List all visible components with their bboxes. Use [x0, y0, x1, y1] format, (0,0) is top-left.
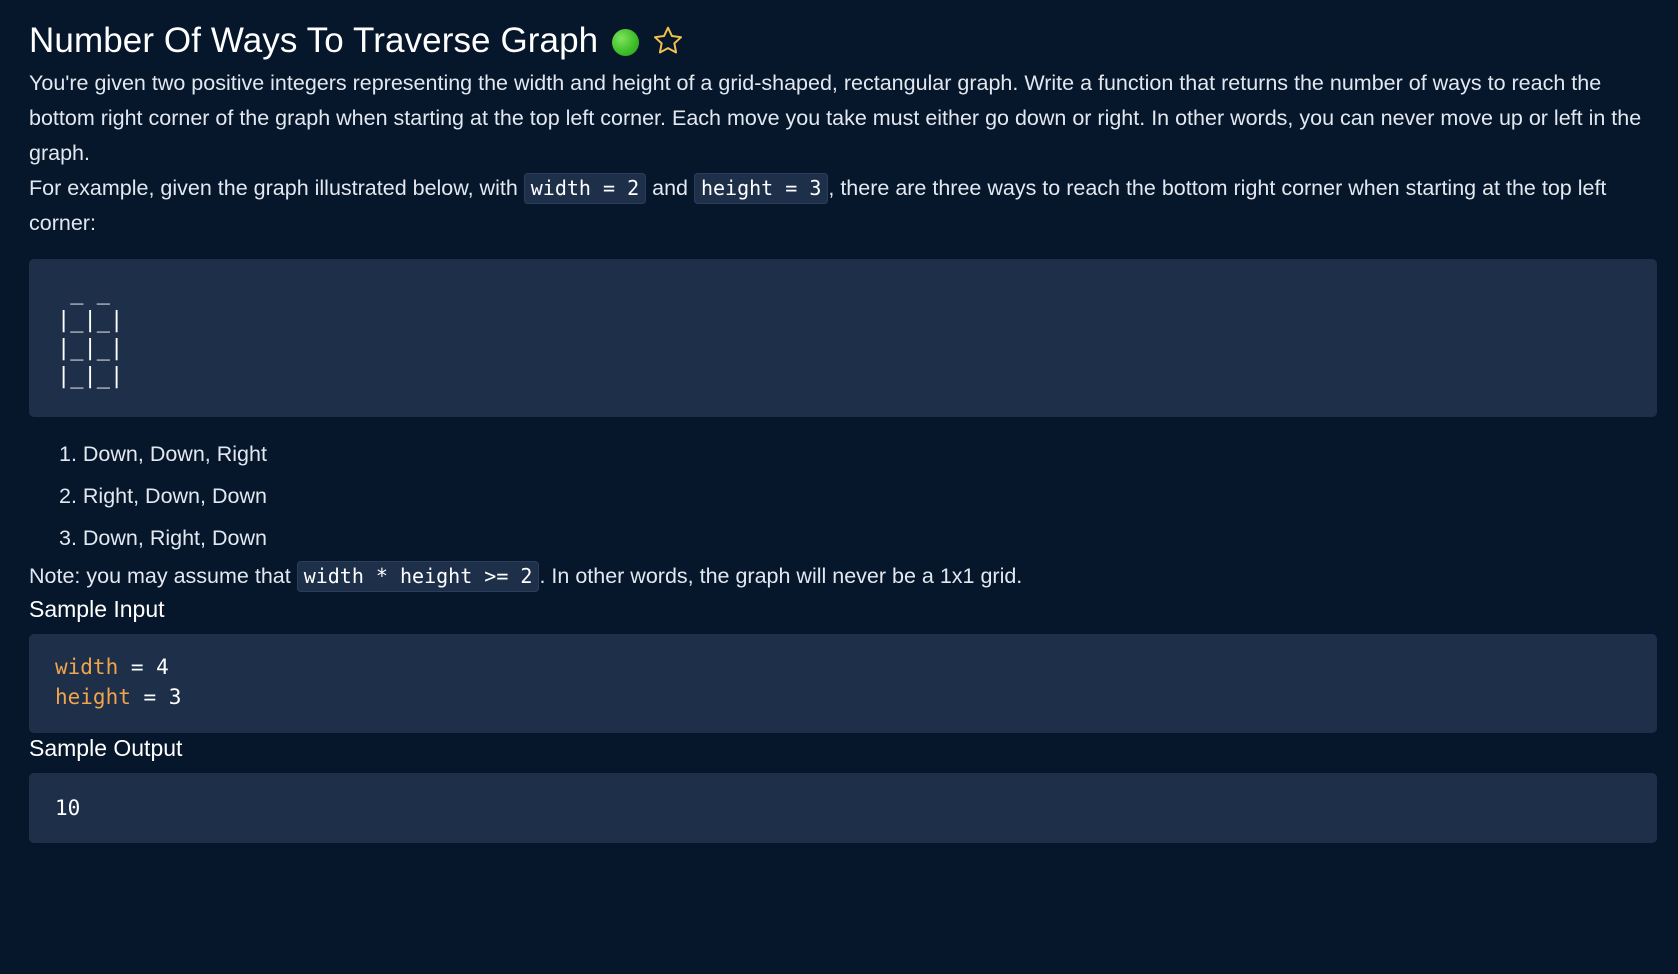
list-item: 2. Right, Down, Down — [59, 484, 267, 508]
star-outline-icon[interactable] — [651, 24, 685, 58]
description-paragraph: You're given two positive integers repre… — [29, 71, 1642, 165]
way-text: Down, Down, Right — [82, 442, 267, 466]
note-text-end: . In other words, the graph will never b… — [539, 564, 1023, 588]
problem-title: Number Of Ways To Traverse Graph — [29, 21, 599, 60]
input-operator: = — [118, 655, 157, 679]
note-text-start: Note: you may assume that — [29, 564, 297, 588]
note-paragraph: Note: you may assume that width * height… — [29, 559, 1657, 594]
example-text-between: and — [646, 176, 694, 200]
problem-content: Number Of Ways To Traverse Graph You're … — [29, 16, 1657, 843]
inline-code-width: width = 2 — [523, 173, 647, 204]
example-paragraph: For example, given the graph illustrated… — [29, 171, 1657, 241]
sample-input-heading: Sample Input — [29, 596, 165, 622]
sample-output-heading: Sample Output — [29, 735, 183, 761]
input-value: 3 — [168, 685, 182, 709]
list-item: 3. Down, Right, Down — [59, 526, 267, 550]
input-operator: = — [130, 685, 169, 709]
input-line: width = 4 — [55, 652, 1657, 682]
way-text: Right, Down, Down — [82, 484, 267, 508]
sample-output-block: 10 — [29, 773, 1657, 843]
problem-page: Number Of Ways To Traverse Graph You're … — [0, 0, 1678, 974]
graph-diagram-block: _ _ |_|_| |_|_| |_|_| — [29, 259, 1657, 417]
output-value: 10 — [55, 796, 81, 820]
inline-code-height: height = 3 — [693, 173, 829, 204]
list-item: 1. Down, Down, Right — [59, 442, 267, 466]
difficulty-indicator-icon — [612, 28, 640, 56]
example-text-start: For example, given the graph illustrated… — [29, 176, 524, 200]
way-text: Down, Right, Down — [82, 526, 267, 550]
input-line: height = 3 — [55, 682, 1657, 712]
input-var-name: width — [55, 655, 119, 679]
title-row: Number Of Ways To Traverse Graph — [29, 16, 1657, 66]
inline-code-constraint: width * height >= 2 — [296, 561, 540, 592]
input-var-name: height — [55, 685, 131, 709]
sample-input-block: width = 4 height = 3 — [29, 634, 1657, 733]
input-value: 4 — [156, 655, 169, 679]
ways-list: 1. Down, Down, Right 2. Right, Down, Dow… — [29, 433, 1657, 559]
